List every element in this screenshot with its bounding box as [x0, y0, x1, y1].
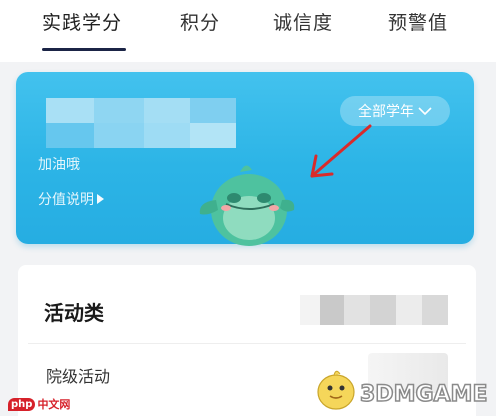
mascot-illustration-icon: [199, 165, 295, 246]
list-item-college-activity[interactable]: 院级活动: [46, 363, 110, 387]
php-cn-watermark: php 中文网: [8, 396, 70, 412]
tab-practice-credits[interactable]: 实践学分: [42, 8, 122, 35]
score-explanation-link[interactable]: 分值说明: [38, 189, 104, 209]
activity-category-title: 活动类: [44, 301, 104, 325]
tab-bar: 实践学分 积分 诚信度 预警值: [0, 0, 496, 62]
active-tab-indicator: [42, 48, 126, 51]
score-explanation-label: 分值说明: [38, 192, 94, 208]
divider: [28, 343, 466, 344]
3dmgame-text: 3DMGAME: [359, 381, 488, 408]
encouragement-text: 加油哦: [38, 157, 80, 173]
chevron-down-icon: [418, 106, 432, 115]
tab-integrity[interactable]: 诚信度: [273, 8, 333, 35]
tab-warning-value[interactable]: 预警值: [388, 8, 448, 35]
caret-right-icon: [97, 194, 104, 204]
red-arrow-annotation-icon: [310, 124, 372, 178]
php-badge: php: [8, 397, 36, 411]
blurred-score: [46, 98, 236, 148]
3dmgame-mascot-icon: [317, 370, 355, 410]
academic-year-label: 全部学年: [358, 104, 414, 120]
php-cn-text: 中文网: [37, 398, 71, 411]
3dmgame-watermark: 3DMGAME: [310, 360, 494, 414]
tab-points[interactable]: 积分: [180, 8, 220, 35]
blurred-activity-score: [300, 295, 448, 325]
